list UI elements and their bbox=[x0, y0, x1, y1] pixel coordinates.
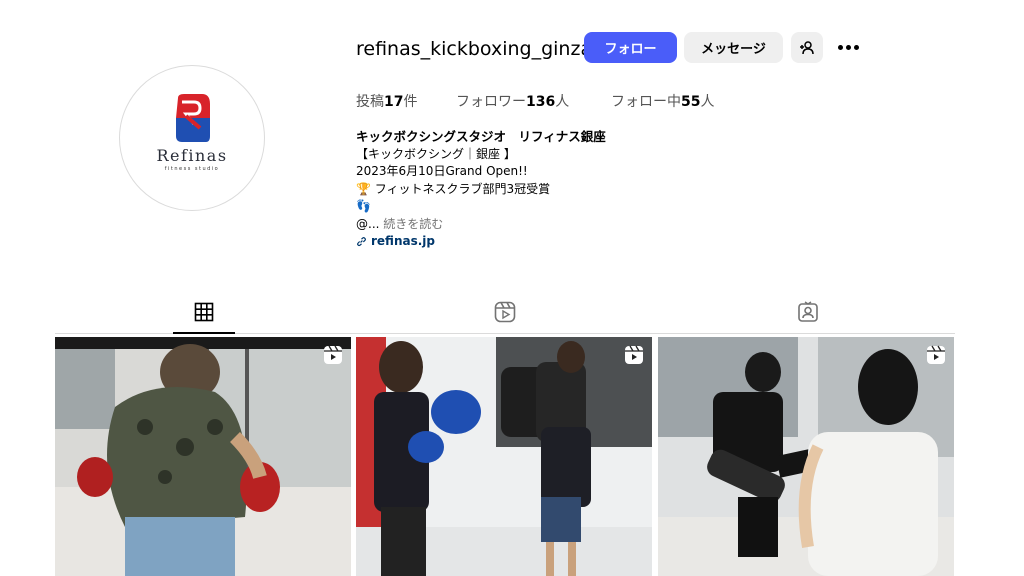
more-options-icon[interactable] bbox=[836, 38, 860, 56]
posts-count: 投稿17件 bbox=[356, 94, 418, 110]
bio-line: 2023年6月10日Grand Open!! bbox=[356, 164, 528, 178]
message-button[interactable]: メッセージ bbox=[684, 32, 783, 63]
suggested-accounts-button[interactable] bbox=[791, 32, 823, 63]
grid-icon bbox=[194, 302, 214, 322]
profile-username: refinas_kickboxing_ginza bbox=[356, 38, 593, 60]
profile-avatar[interactable]: Refinas fitness studio bbox=[119, 65, 265, 211]
reel-badge-icon bbox=[927, 345, 945, 364]
profile-bio: キックボクシングスタジオ リフィナス銀座 【キックボクシング｜銀座 】 2023… bbox=[356, 128, 606, 251]
add-person-icon bbox=[800, 40, 814, 54]
post-thumbnail[interactable] bbox=[356, 337, 652, 576]
website-text[interactable]: refinas.jp bbox=[371, 233, 435, 251]
tab-tagged[interactable] bbox=[796, 300, 820, 324]
reel-badge-icon bbox=[625, 345, 643, 364]
boxing-glove-logo-icon bbox=[176, 94, 210, 142]
tagged-icon bbox=[798, 301, 818, 322]
read-more-link[interactable]: 続きを読む bbox=[383, 217, 443, 231]
logo-text: Refinas bbox=[156, 146, 228, 165]
post-image bbox=[55, 337, 351, 576]
post-thumbnail[interactable] bbox=[55, 337, 351, 576]
link-icon bbox=[357, 237, 366, 247]
bio-line: 👣 bbox=[356, 199, 371, 213]
profile-display-name: キックボクシングスタジオ リフィナス銀座 bbox=[356, 129, 606, 144]
follow-button[interactable]: フォロー bbox=[584, 32, 677, 63]
bio-line: 🏆 フィットネスクラブ部門3冠受賞 bbox=[356, 181, 551, 196]
active-tab-indicator bbox=[173, 332, 235, 334]
tab-reels[interactable] bbox=[493, 300, 517, 324]
reels-icon bbox=[494, 301, 516, 323]
followers-count[interactable]: フォロワー136人 bbox=[456, 91, 569, 111]
bio-line: 【キックボクシング｜銀座 】 bbox=[356, 146, 516, 161]
reel-badge-icon bbox=[324, 345, 342, 364]
post-image bbox=[356, 337, 652, 576]
logo-subtext: fitness studio bbox=[164, 166, 220, 172]
bio-line: @... 続きを読む bbox=[356, 216, 444, 231]
post-image bbox=[658, 337, 954, 576]
post-thumbnail[interactable] bbox=[658, 337, 954, 576]
profile-website-link[interactable]: refinas.jp bbox=[356, 233, 606, 251]
tab-posts[interactable] bbox=[192, 300, 216, 324]
following-count[interactable]: フォロー中55人 bbox=[611, 91, 714, 111]
